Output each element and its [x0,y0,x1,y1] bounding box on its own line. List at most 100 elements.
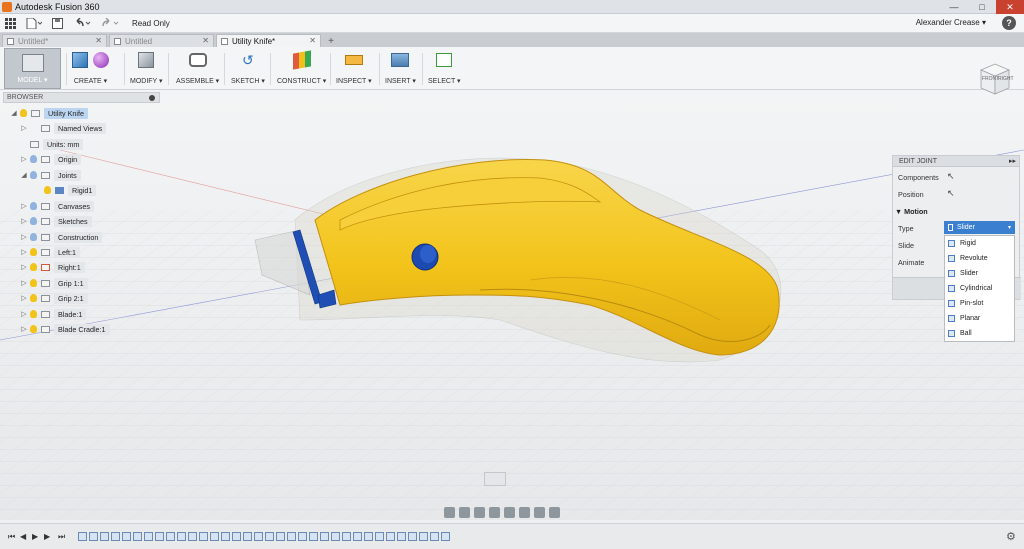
grid-settings-icon[interactable] [534,507,545,518]
timeline-feature-icon[interactable] [243,532,252,541]
visibility-bulb-icon[interactable] [30,279,37,287]
fit-icon[interactable] [504,507,515,518]
timeline-feature-icon[interactable] [100,532,109,541]
expand-toggle-icon[interactable]: ▷ [20,325,28,333]
timeline-feature-icon[interactable] [353,532,362,541]
file-menu-icon[interactable] [21,15,47,32]
timeline-feature-icon[interactable] [419,532,428,541]
select-menu-label[interactable]: SELECT ▾ [428,77,461,85]
visibility-bulb-icon[interactable] [30,171,37,179]
viewcube[interactable]: FRONT RIGHT [975,62,1015,96]
timeline-feature-icon[interactable] [397,532,406,541]
offset-plane-icon[interactable] [292,50,311,70]
timeline-feature-icon[interactable] [342,532,351,541]
timeline-feature-icon[interactable] [287,532,296,541]
tree-item-construction[interactable]: ▷ Construction [20,231,103,243]
timeline-play-icon[interactable]: ▶ [32,532,40,541]
expand-toggle-icon[interactable]: ▷ [20,279,28,287]
close-tab-icon[interactable]: ✕ [309,36,316,45]
close-tab-icon[interactable]: ✕ [95,36,102,45]
timeline-feature-icon[interactable] [309,532,318,541]
expand-dialog-icon[interactable]: ▸▸ [1009,157,1016,165]
pan-icon[interactable] [474,507,485,518]
zoom-icon[interactable] [489,507,500,518]
tree-item-named-views[interactable]: ▷ Named Views [20,122,107,134]
assemble-group[interactable]: ASSEMBLE ▾ [176,49,219,88]
option-revolute[interactable]: Revolute [945,251,1014,266]
insert-image-icon[interactable] [391,53,410,67]
expand-toggle-icon[interactable]: ◢ [20,171,28,179]
timeline-feature-icon[interactable] [386,532,395,541]
expand-toggle-icon[interactable]: ▷ [20,124,28,132]
close-tab-icon[interactable]: ✕ [202,36,209,45]
timeline-feature-icon[interactable] [221,532,230,541]
timeline-feature-icon[interactable] [89,532,98,541]
tree-item-grip-1[interactable]: ▷ Grip 1:1 [20,277,88,289]
tree-item-origin[interactable]: ▷ Origin [20,153,82,165]
timeline-feature-icon[interactable] [199,532,208,541]
expand-toggle-icon[interactable]: ▷ [20,155,28,163]
option-cylindrical[interactable]: Cylindrical [945,281,1014,296]
inspect-group[interactable]: INSPECT ▾ [336,49,372,88]
timeline-feature-icon[interactable] [177,532,186,541]
tree-item-grip-2[interactable]: ▷ Grip 2:1 [20,292,88,304]
timeline-feature-icon[interactable] [166,532,175,541]
edit-joint-header[interactable]: EDIT JOINT ▸▸ [893,156,1019,167]
tab-untitled-2[interactable]: Untitled ✕ [109,34,214,47]
timeline-feature-icon[interactable] [408,532,417,541]
expand-toggle-icon[interactable]: ▷ [20,263,28,271]
tree-item-rigid1[interactable]: Rigid1 [44,184,97,196]
undo-icon[interactable] [68,15,96,32]
box-icon[interactable] [72,52,88,68]
look-at-icon[interactable] [459,507,470,518]
visibility-bulb-icon[interactable] [30,294,37,302]
viewports-icon[interactable] [549,507,560,518]
timeline-settings-gear-icon[interactable]: ⚙ [1006,530,1018,543]
visibility-bulb-icon[interactable] [30,263,37,271]
orbit-icon[interactable] [444,507,455,518]
timeline-feature-icon[interactable] [430,532,439,541]
app-grid-icon[interactable] [0,15,21,32]
expand-toggle-icon[interactable]: ◢ [10,109,18,117]
create-menu-label[interactable]: CREATE ▾ [74,77,107,85]
inspect-menu-label[interactable]: INSPECT ▾ [336,77,372,85]
tree-item-right[interactable]: ▷ Right:1 [20,261,85,273]
timeline-feature-icon[interactable] [122,532,131,541]
expand-toggle-icon[interactable]: ▷ [20,217,28,225]
press-pull-icon[interactable] [138,52,155,68]
timeline-back-icon[interactable]: ◀ [20,532,28,541]
position-select-icon[interactable]: ↖ [947,188,955,199]
construct-menu-label[interactable]: CONSTRUCT ▾ [277,77,326,85]
insert-menu-label[interactable]: INSERT ▾ [385,77,416,85]
help-icon[interactable]: ? [1002,16,1016,30]
timeline-feature-icon[interactable] [188,532,197,541]
timeline-feature-icon[interactable] [364,532,373,541]
expand-toggle-icon[interactable]: ▷ [20,294,28,302]
tree-item-units[interactable]: Units: mm [30,138,84,150]
visibility-bulb-icon[interactable] [44,186,51,194]
assemble-menu-label[interactable]: ASSEMBLE ▾ [176,77,219,85]
option-ball[interactable]: Ball [945,326,1014,341]
tab-utility-knife[interactable]: Utility Knife* ✕ [216,34,321,47]
browser-pin-icon[interactable] [149,95,155,101]
sketch-group[interactable]: ↺ SKETCH ▾ [231,49,265,88]
timeline-feature-icon[interactable] [133,532,142,541]
create-group[interactable]: CREATE ▾ [72,49,109,88]
tab-untitled-1[interactable]: Untitled* ✕ [2,34,107,47]
timeline-feature-icon[interactable] [155,532,164,541]
timeline-end-icon[interactable]: ⏭ [58,532,66,541]
insert-group[interactable]: INSERT ▾ [385,49,416,88]
timeline-feature-icon[interactable] [111,532,120,541]
modify-menu-label[interactable]: MODIFY ▾ [130,77,163,85]
tree-item-joints[interactable]: ◢ Joints [20,169,81,181]
sketch-menu-label[interactable]: SKETCH ▾ [231,77,265,85]
timeline-feature-icon[interactable] [298,532,307,541]
3d-viewport[interactable] [0,90,1024,520]
joint-origin-menu[interactable] [484,472,506,486]
visibility-bulb-icon[interactable] [20,109,27,117]
select-group[interactable]: SELECT ▾ [428,49,461,88]
timeline-feature-icon[interactable] [144,532,153,541]
option-rigid[interactable]: Rigid [945,236,1014,251]
expand-toggle-icon[interactable]: ▷ [20,248,28,256]
tree-item-canvases[interactable]: ▷ Canvases [20,200,94,212]
